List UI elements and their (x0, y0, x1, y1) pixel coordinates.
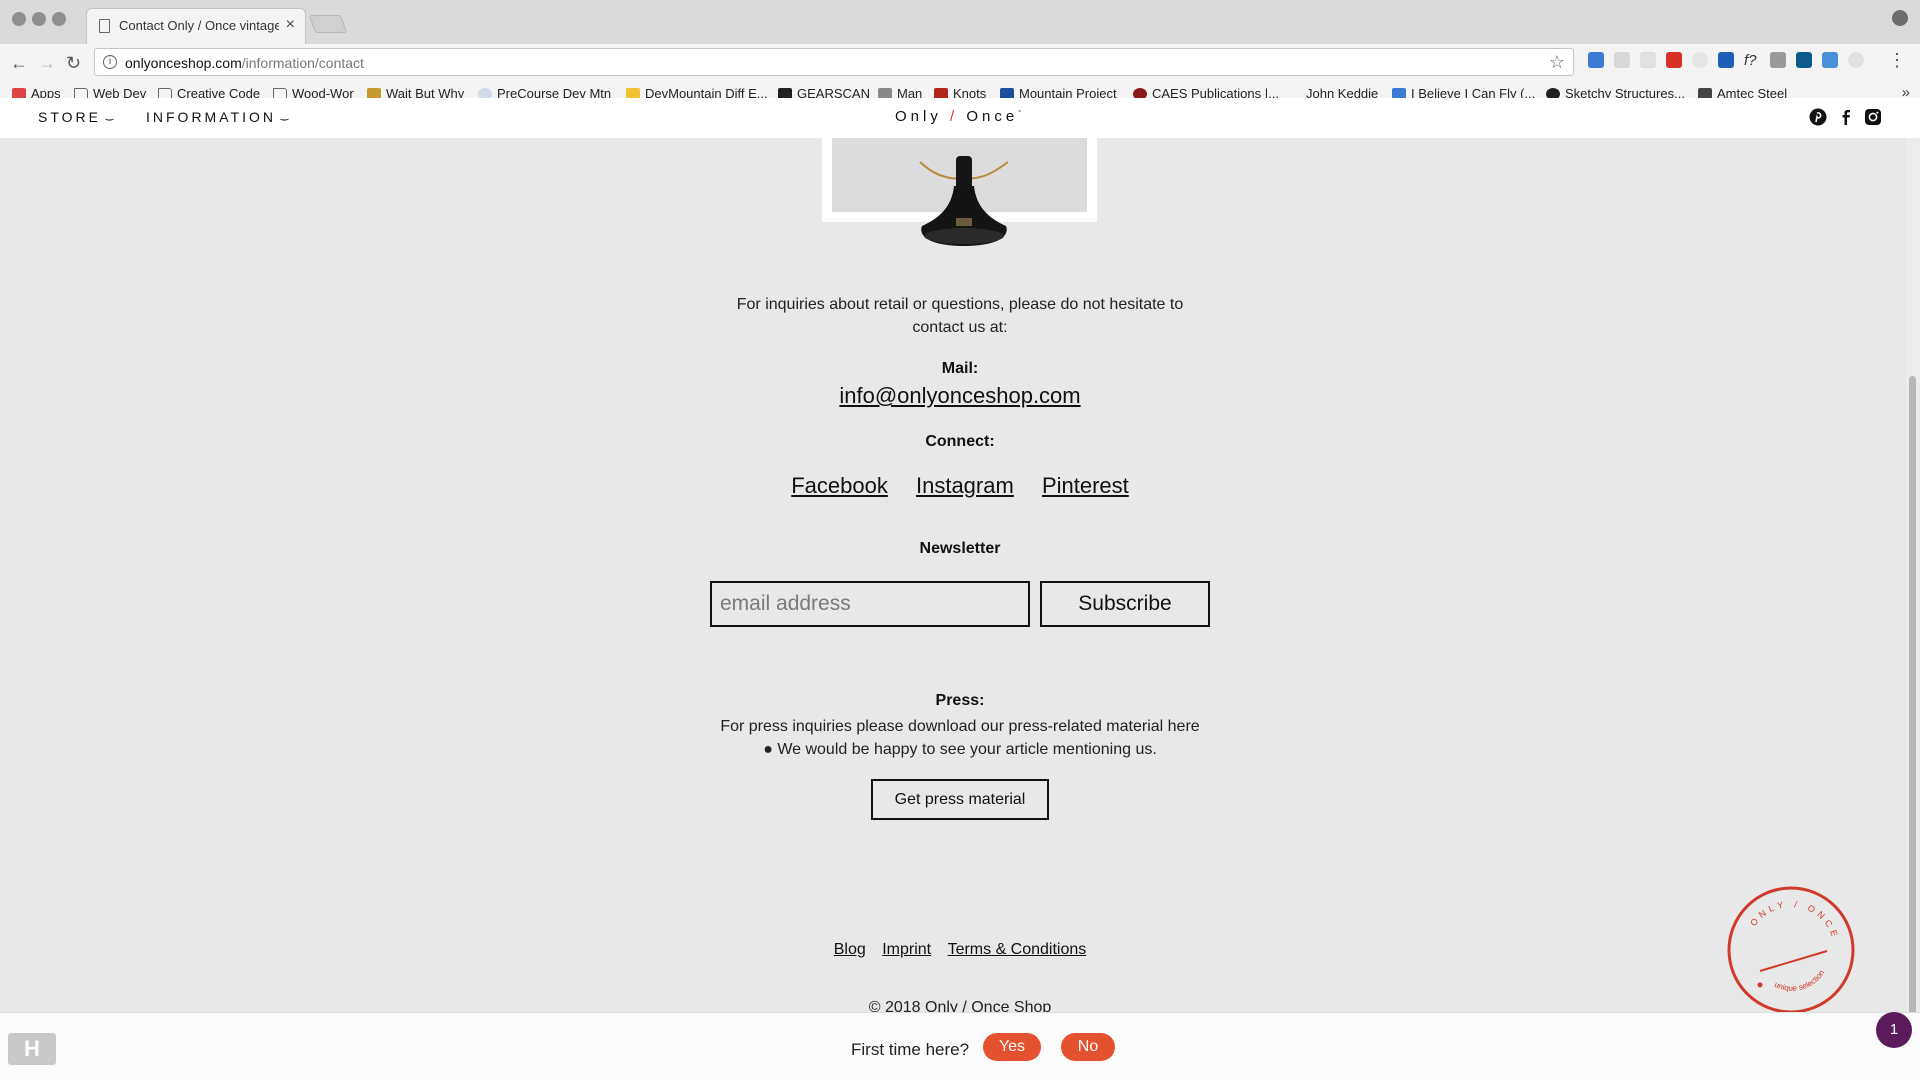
browser-tabstrip: Contact Only / Once vintage d × (0, 0, 1920, 44)
instagram-link[interactable]: Instagram (916, 473, 1014, 498)
get-press-material-button[interactable]: Get press material (871, 779, 1049, 820)
trademark-mark: ° (1018, 110, 1026, 117)
extension-icon[interactable] (1848, 52, 1864, 68)
bookmark-star-icon[interactable]: ☆ (1549, 52, 1565, 73)
contact-page: For inquiries about retail or questions,… (0, 138, 1920, 1016)
facebook-icon[interactable] (1837, 108, 1855, 126)
url-host: onlyonceshop.com (125, 55, 242, 71)
newsletter-label: Newsletter (919, 540, 1001, 557)
footer-links: Blog Imprint Terms & Conditions (0, 941, 1920, 959)
stamp-bottom-text: unique selection (1773, 968, 1826, 992)
browser-tab-active[interactable]: Contact Only / Once vintage d × (86, 8, 306, 44)
first-time-question: First time here? (851, 1040, 970, 1059)
instagram-icon[interactable] (1864, 108, 1882, 126)
stamp-top-text: ONLY / ONCE (1748, 899, 1841, 941)
address-bar[interactable]: i onlyonceshop.com/information/contact ☆ (94, 48, 1574, 76)
connect-label: Connect: (925, 433, 995, 450)
mail-label: Mail: (941, 360, 979, 377)
pinterest-link[interactable]: Pinterest (1042, 473, 1129, 498)
extension-icon[interactable] (1718, 52, 1734, 68)
only-once-stamp-logo: ONLY / ONCE unique selection (1727, 886, 1855, 1014)
press-label: Press: (935, 692, 985, 709)
email-link[interactable]: info@onlyonceshop.com (839, 383, 1080, 408)
site-logo[interactable]: Only / Once° (0, 108, 1920, 125)
reload-icon[interactable]: ↻ (66, 53, 81, 74)
scrollbar-thumb[interactable] (1909, 376, 1916, 1076)
back-icon[interactable]: ← (10, 53, 28, 74)
maximize-window-button[interactable] (52, 12, 66, 26)
footer-link-blog[interactable]: Blog (834, 941, 866, 958)
site-monogram-icon[interactable]: H (8, 1033, 56, 1065)
footer-link-terms[interactable]: Terms & Conditions (948, 941, 1087, 958)
extension-icon[interactable] (1588, 52, 1604, 68)
extension-icon[interactable] (1692, 52, 1708, 68)
extension-icon[interactable] (1796, 52, 1812, 68)
browser-menu-icon[interactable]: ⋮ (1888, 50, 1906, 71)
extension-icon[interactable] (1770, 52, 1786, 68)
contact-intro: For inquiries about retail or questions,… (736, 296, 1184, 336)
yes-button[interactable]: Yes (983, 1033, 1041, 1061)
extension-icon[interactable]: f? (1744, 52, 1760, 69)
extension-icon[interactable] (1640, 52, 1656, 68)
close-window-button[interactable] (12, 12, 26, 26)
youtube-extension-icon[interactable] (1666, 52, 1682, 68)
email-link-row: info@onlyonceshop.com (0, 383, 1920, 409)
footer-link-imprint[interactable]: Imprint (882, 941, 931, 958)
forward-icon[interactable]: → (38, 53, 56, 74)
url-path: /information/contact (241, 55, 364, 71)
tab-title: Contact Only / Once vintage d (119, 18, 279, 33)
newsletter-email-input[interactable] (710, 581, 1030, 627)
pinterest-icon[interactable] (1809, 108, 1827, 126)
chat-notification-badge[interactable]: 1 (1876, 1012, 1912, 1048)
info-icon[interactable]: i (103, 55, 117, 69)
url-text[interactable]: onlyonceshop.com/information/contact (125, 55, 364, 71)
extension-icon[interactable] (1614, 52, 1630, 68)
page-icon (99, 19, 110, 33)
profile-icon[interactable] (1892, 10, 1908, 26)
no-button[interactable]: No (1061, 1033, 1115, 1061)
page-scrollbar[interactable] (1906, 138, 1920, 1080)
first-time-bar: H First time here? Yes No (0, 1012, 1920, 1080)
social-links: Facebook Instagram Pinterest (0, 473, 1920, 499)
site-header: STORE ⌣ INFORMATION ⌣ Only / Once° (0, 98, 1920, 138)
press-description: For press inquiries please download our … (720, 718, 1200, 758)
close-tab-icon[interactable]: × (286, 16, 295, 34)
vintage-fan-image (919, 156, 1009, 246)
extension-icon[interactable] (1822, 52, 1838, 68)
facebook-link[interactable]: Facebook (791, 473, 888, 498)
new-tab-button[interactable] (308, 15, 348, 33)
minimize-window-button[interactable] (32, 12, 46, 26)
subscribe-button[interactable]: Subscribe (1040, 581, 1210, 627)
